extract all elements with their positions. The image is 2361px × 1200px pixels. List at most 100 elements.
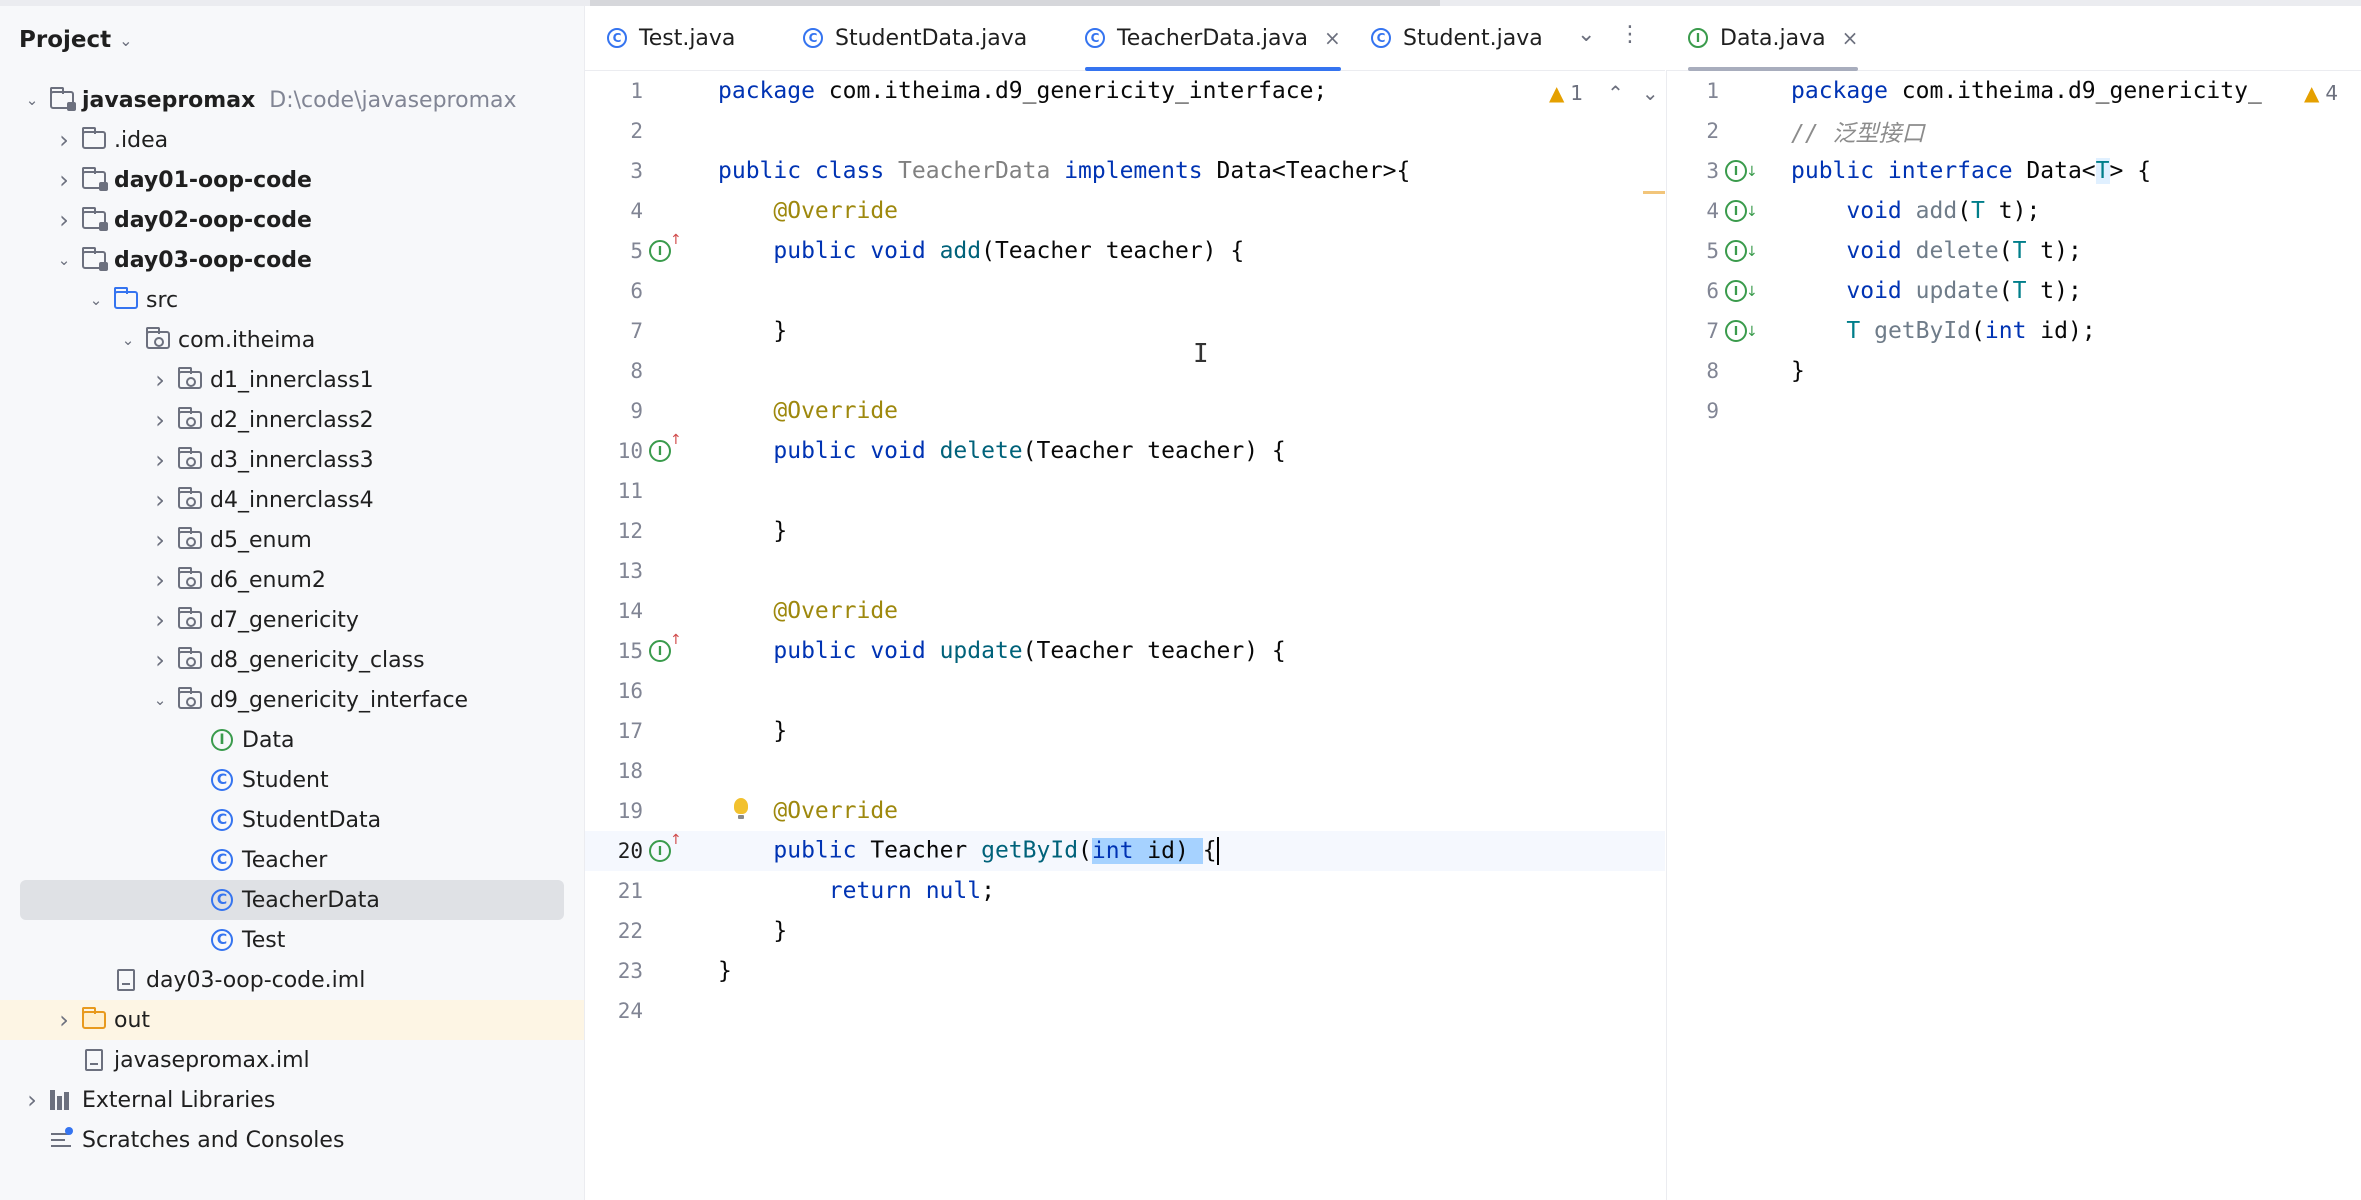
tree-item[interactable]: › out [0, 1000, 584, 1040]
tree-item[interactable]: › d6_enum2 [0, 560, 584, 600]
tree-item[interactable]: ⌄ src [0, 280, 584, 320]
implemented-method-icon[interactable]: I [1725, 160, 1747, 182]
code-line[interactable]: 24 [585, 991, 1665, 1031]
lightbulb-icon[interactable] [734, 798, 748, 819]
code-line[interactable]: 3 public interface Data<T> { [1667, 151, 2361, 191]
close-icon[interactable]: × [1324, 26, 1341, 50]
code-line[interactable]: 16 [585, 671, 1665, 711]
code-line[interactable]: 11 [585, 471, 1665, 511]
code-line[interactable]: 23} [585, 951, 1665, 991]
code-line[interactable]: 5 void delete(T t); [1667, 231, 2361, 271]
chevron-right-icon[interactable]: › [150, 366, 170, 394]
tree-item[interactable]: › d2_innerclass2 [0, 400, 584, 440]
code-line[interactable]: 17 } [585, 711, 1665, 751]
tree-item[interactable]: ⌄ day03-oop-code [0, 240, 584, 280]
tree-item[interactable]: C Student [0, 760, 584, 800]
code-line[interactable]: 12 } [585, 511, 1665, 551]
chevron-right-icon[interactable]: › [150, 526, 170, 554]
tab-list-chevron-icon[interactable]: ⌄ [1577, 22, 1595, 47]
implemented-method-icon[interactable]: I [1725, 320, 1747, 342]
tree-item[interactable]: › day01-oop-code [0, 160, 584, 200]
chevron-right-icon[interactable]: › [54, 1006, 74, 1034]
tree-item[interactable]: › d4_innerclass4 [0, 480, 584, 520]
code-line[interactable]: 2 [585, 111, 1665, 151]
tree-item[interactable]: ⌄ com.itheima [0, 320, 584, 360]
tab-teacherdata-java[interactable]: C TeacherData.java × [1085, 6, 1341, 71]
chevron-right-icon[interactable]: › [54, 126, 74, 154]
code-line[interactable]: 7 T getById(int id); [1667, 311, 2361, 351]
code-line[interactable]: 22 } [585, 911, 1665, 951]
code-editor-right[interactable]: ▲ 4 1 package com.itheima.d9_genericity_ 2… [1666, 71, 2361, 1200]
code-line[interactable]: 8 [585, 351, 1665, 391]
tree-item[interactable]: ⌄ d9_genericity_interface [0, 680, 584, 720]
code-line[interactable]: 14 @Override [585, 591, 1665, 631]
chevron-right-icon[interactable]: › [150, 566, 170, 594]
tree-item[interactable]: › day02-oop-code [0, 200, 584, 240]
chevron-down-icon[interactable]: ⌄ [150, 691, 170, 709]
tree-item[interactable]: ⌄ javasepromax D:\code\javasepromax [0, 80, 584, 120]
implements-method-icon[interactable]: I [649, 240, 671, 262]
tree-item[interactable]: Scratches and Consoles [0, 1120, 584, 1160]
tab-test-java[interactable]: C Test.java [607, 6, 735, 70]
chevron-right-icon[interactable]: › [150, 606, 170, 634]
implements-method-icon[interactable]: I [649, 440, 671, 462]
code-editor-left[interactable]: ▲ 1 ⌃ ⌄ I 1 package com.itheima.d9_generi… [585, 71, 1665, 1200]
more-options-icon[interactable]: ⋮ [1619, 22, 1641, 47]
code-line[interactable]: 7 } [585, 311, 1665, 351]
chevron-down-icon[interactable]: ⌄ [86, 291, 106, 309]
tree-item[interactable]: › d1_innerclass1 [0, 360, 584, 400]
tree-item[interactable]: C Teacher [0, 840, 584, 880]
chevron-right-icon[interactable]: › [150, 406, 170, 434]
code-line[interactable]: 4 void add(T t); [1667, 191, 2361, 231]
code-line[interactable]: 6 [585, 271, 1665, 311]
code-line[interactable]: 1 package com.itheima.d9_genericity_inter… [585, 71, 1665, 111]
chevron-right-icon[interactable]: › [22, 1086, 42, 1114]
implemented-method-icon[interactable]: I [1725, 240, 1747, 262]
chevron-down-icon[interactable]: ⌄ [119, 31, 132, 50]
tree-item[interactable]: › External Libraries [0, 1080, 584, 1120]
code-line[interactable]: 2 // 泛型接口 [1667, 111, 2361, 151]
chevron-right-icon[interactable]: › [54, 206, 74, 234]
code-line[interactable]: 9 [1667, 391, 2361, 431]
tree-item[interactable]: day03-oop-code.iml [0, 960, 584, 1000]
code-line[interactable]: 15 public void update(Teacher teacher) { [585, 631, 1665, 671]
chevron-right-icon[interactable]: › [150, 446, 170, 474]
chevron-down-icon[interactable]: ⌄ [22, 91, 42, 109]
tab-studentdata-java[interactable]: C StudentData.java [803, 6, 1027, 70]
tree-item[interactable]: › .idea [0, 120, 584, 160]
code-line[interactable]: 3 public class TeacherData implements Dat… [585, 151, 1665, 191]
code-line[interactable]: 10 public void delete(Teacher teacher) { [585, 431, 1665, 471]
tree-item[interactable]: C StudentData [0, 800, 584, 840]
tab-student-java[interactable]: C Student.java [1371, 6, 1543, 70]
tree-item[interactable]: › d5_enum [0, 520, 584, 560]
tree-item[interactable]: javasepromax.iml [0, 1040, 584, 1080]
code-line[interactable]: 5 public void add(Teacher teacher) { [585, 231, 1665, 271]
chevron-right-icon[interactable]: › [54, 166, 74, 194]
project-panel-title[interactable]: Project ⌄ [19, 20, 133, 60]
code-line[interactable]: 9 @Override [585, 391, 1665, 431]
code-line[interactable]: 21 return null; [585, 871, 1665, 911]
code-line[interactable]: 8} [1667, 351, 2361, 391]
chevron-right-icon[interactable]: › [150, 646, 170, 674]
tree-item[interactable]: C TeacherData [20, 880, 564, 920]
code-line[interactable]: 20 public Teacher getById(int id) { [585, 831, 1665, 871]
tab-data-java[interactable]: I Data.java × [1688, 6, 1859, 71]
tree-item[interactable]: I Data [0, 720, 584, 760]
chevron-down-icon[interactable]: ⌄ [54, 251, 74, 269]
implements-method-icon[interactable]: I [649, 640, 671, 662]
code-line[interactable]: 18 [585, 751, 1665, 791]
code-line[interactable]: 4 @Override [585, 191, 1665, 231]
tree-item[interactable]: C Test [0, 920, 584, 960]
code-line[interactable]: 6 void update(T t); [1667, 271, 2361, 311]
tree-item[interactable]: › d7_genericity [0, 600, 584, 640]
code-line[interactable]: 1 package com.itheima.d9_genericity_ [1667, 71, 2361, 111]
implemented-method-icon[interactable]: I [1725, 200, 1747, 222]
implements-method-icon[interactable]: I [649, 840, 671, 862]
close-icon[interactable]: × [1842, 26, 1859, 50]
chevron-right-icon[interactable]: › [150, 486, 170, 514]
implemented-method-icon[interactable]: I [1725, 280, 1747, 302]
tree-item[interactable]: › d8_genericity_class [0, 640, 584, 680]
tree-item[interactable]: › d3_innerclass3 [0, 440, 584, 480]
chevron-down-icon[interactable]: ⌄ [118, 331, 138, 349]
code-line[interactable]: 13 [585, 551, 1665, 591]
